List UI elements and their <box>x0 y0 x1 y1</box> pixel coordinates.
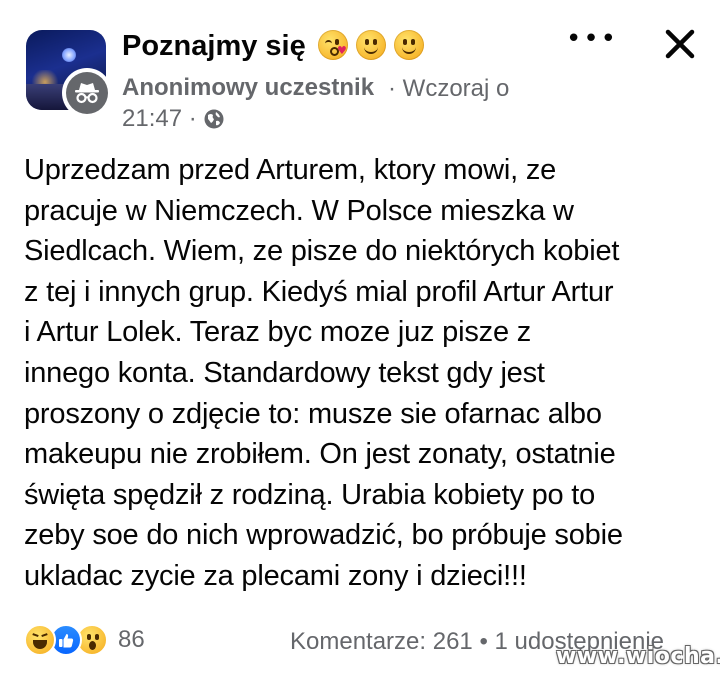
post-text-line: i Artur Lolek. Teraz byc moze juz pisze … <box>24 316 532 349</box>
anonymous-avatar[interactable] <box>62 68 112 118</box>
emoji-smile <box>402 44 416 54</box>
more-options-icon[interactable]: ••• <box>566 26 616 52</box>
reaction-eye <box>31 633 39 640</box>
close-icon[interactable] <box>662 26 698 62</box>
post-text-line: Siedlcach. Wiem, ze pisze do niektórych … <box>24 235 620 268</box>
author-name[interactable]: Anonimowy uczestnik <box>122 74 374 102</box>
reaction-eye <box>41 633 49 640</box>
post-header: Poznajmy się ♥ ••• Anonimowy uczestnik ·… <box>0 0 720 140</box>
group-name[interactable]: Poznajmy się <box>122 30 306 63</box>
post-time-label[interactable]: · Wczoraj o <box>388 75 509 103</box>
post-text-line: makeupu nie zrobiłem. On jest zonaty, os… <box>24 438 616 471</box>
reaction-mouth <box>89 641 96 650</box>
emoji-heart: ♥ <box>337 44 347 57</box>
emoji-wink-eye <box>325 40 332 45</box>
smiling-emoji-icon <box>356 30 386 60</box>
post-time[interactable]: 21:47 · <box>122 105 197 133</box>
post-text-line: pracuje w Niemczech. W Polsce mieszka w <box>24 194 574 227</box>
post-body: Uprzedzam przed Arturem, ktory mowi, ze … <box>24 150 708 597</box>
emoji-smile <box>364 44 378 54</box>
reactions-summary[interactable]: 86 <box>24 624 145 656</box>
post-time-row: 21:47 · <box>122 105 225 133</box>
reaction-eye <box>95 634 99 640</box>
post-text-line: święta spędził z rodziną. Urabia kobiety… <box>24 478 596 511</box>
post-text-line: proszony o zdjęcie to: musze sie ofarnac… <box>24 397 602 430</box>
group-avatar-moon <box>62 48 76 62</box>
reaction-mouth <box>33 640 47 649</box>
globe-icon <box>204 109 224 129</box>
group-name-emojis: ♥ <box>318 30 424 64</box>
post-text-line: Uprzedzam przed Arturem, ktory mowi, ze <box>24 154 557 186</box>
post-text-line: ukladac zycie za plecami zony i dzieci!!… <box>24 559 527 592</box>
reaction-eye <box>87 634 91 640</box>
anonymous-avatar-circle <box>66 72 108 114</box>
post-text-line: zeby soe do nich wprowadzić, bo próbuje … <box>24 519 623 552</box>
smiling-emoji-icon <box>394 30 424 60</box>
thumbs-up-icon <box>59 634 74 648</box>
haha-reaction-icon <box>24 624 56 656</box>
post-text-line: innego konta. Standardowy tekst gdy jest <box>24 356 545 389</box>
incognito-icon <box>75 83 99 104</box>
watermark: www.wiocha.pl <box>556 644 720 669</box>
reaction-count[interactable]: 86 <box>118 626 145 654</box>
post-text-line: z tej i innych grup. Kiedyś mial profil … <box>24 275 614 308</box>
kissing-heart-emoji-icon: ♥ <box>318 30 348 60</box>
